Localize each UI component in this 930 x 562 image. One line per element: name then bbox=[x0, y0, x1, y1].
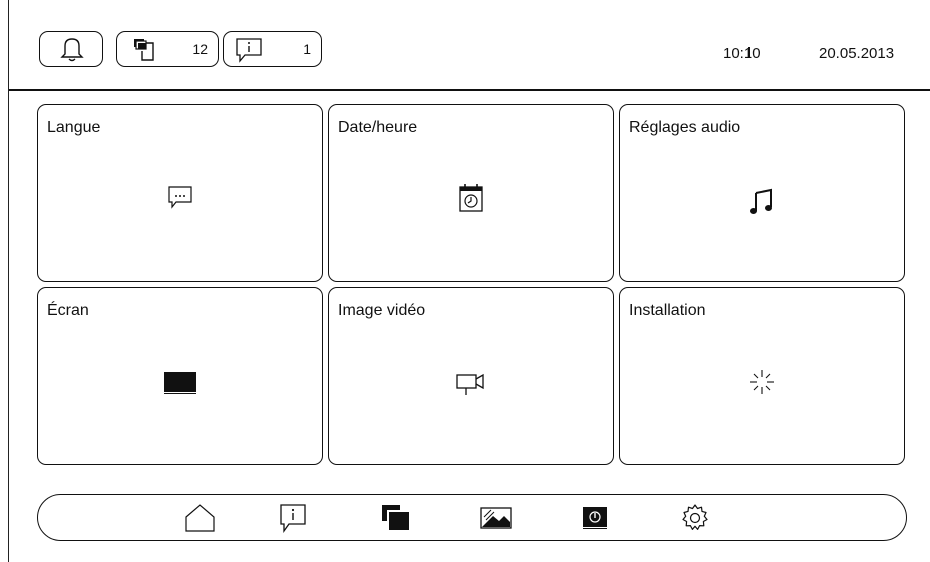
bell-icon bbox=[60, 38, 84, 62]
time-date-separator bbox=[748, 47, 750, 58]
tile-langue[interactable]: Langue bbox=[37, 104, 323, 282]
header-divider bbox=[9, 89, 930, 91]
sparkle-icon bbox=[750, 370, 774, 394]
tile-label: Écran bbox=[47, 302, 89, 319]
calendar-clock-icon bbox=[459, 184, 483, 212]
home-icon bbox=[185, 504, 215, 532]
tile-label: Date/heure bbox=[338, 119, 418, 136]
music-note-icon bbox=[750, 188, 772, 214]
gallery-icon bbox=[382, 505, 409, 530]
bottom-nav-bar bbox=[37, 494, 907, 541]
message-count: 12 bbox=[192, 41, 208, 57]
messages-button[interactable]: 12 bbox=[116, 31, 219, 67]
nav-gallery-button[interactable] bbox=[379, 502, 413, 534]
date-display: 20.05.2013 bbox=[819, 45, 895, 62]
tile-label: Langue bbox=[47, 119, 101, 136]
video-camera-icon bbox=[456, 373, 484, 395]
info-button[interactable]: 1 bbox=[223, 31, 322, 67]
info-bubble-icon bbox=[280, 504, 306, 533]
tile-date-heure[interactable]: Date/heure bbox=[328, 104, 614, 282]
power-panel-icon bbox=[583, 507, 607, 529]
tile-installation[interactable]: Installation bbox=[619, 287, 905, 465]
tile-ecran[interactable]: Écran bbox=[37, 287, 323, 465]
nav-home-button[interactable] bbox=[183, 502, 217, 534]
tile-reglages-audio[interactable]: Réglages audio bbox=[619, 104, 905, 282]
gear-icon bbox=[682, 504, 708, 530]
tile-label: Image vidéo bbox=[338, 302, 426, 319]
info-bubble-icon bbox=[236, 38, 262, 63]
tile-image-video[interactable]: Image vidéo bbox=[328, 287, 614, 465]
screen-icon bbox=[164, 372, 196, 394]
info-count: 1 bbox=[303, 41, 311, 57]
time-display: 10:10 bbox=[723, 45, 761, 62]
messages-icon bbox=[134, 39, 154, 61]
nav-info-button[interactable] bbox=[276, 502, 310, 534]
bell-button[interactable] bbox=[39, 31, 103, 67]
nav-power-button[interactable] bbox=[578, 502, 612, 534]
tile-label: Installation bbox=[629, 302, 706, 319]
tile-label: Réglages audio bbox=[629, 119, 741, 136]
speech-bubble-icon bbox=[168, 186, 192, 209]
nav-settings-button[interactable] bbox=[678, 502, 712, 534]
nav-picture-button[interactable] bbox=[479, 502, 513, 534]
header-bar: 12 1 10:10 20.05.2013 bbox=[9, 0, 930, 90]
picture-icon bbox=[480, 507, 512, 529]
